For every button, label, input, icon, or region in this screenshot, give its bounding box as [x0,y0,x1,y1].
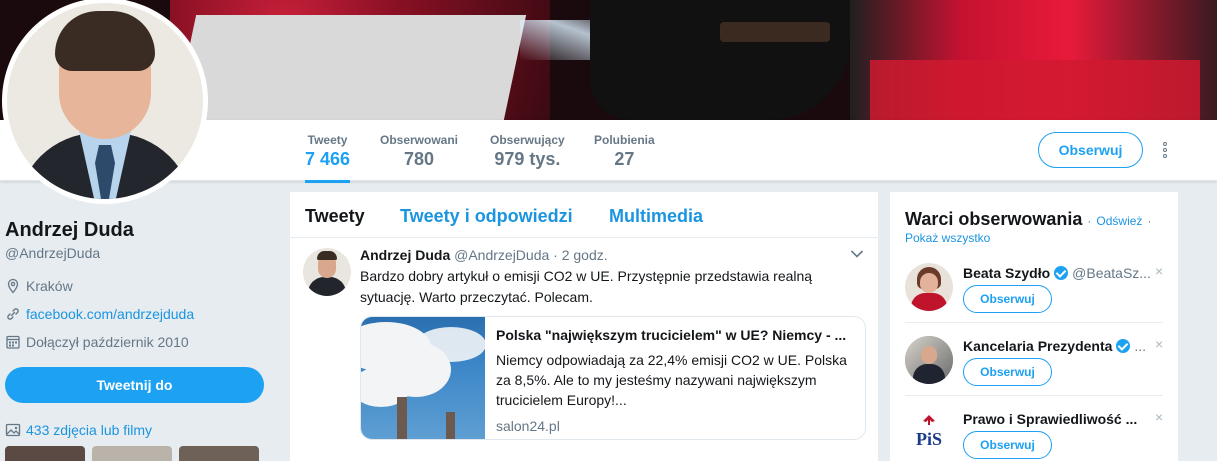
stat-following-label: Obserwowani [380,133,459,147]
card-description: Niemcy odpowiadają za 22,4% emisji CO2 w… [496,352,847,408]
stat-likes-label: Polubienia [594,133,655,147]
stat-following-value: 780 [403,149,435,169]
stat-followers-label: Obserwujący [490,133,565,147]
media-thumbnail[interactable] [5,446,85,461]
photos-videos-link[interactable]: 433 zdjęcia lub filmy [5,422,152,438]
photos-videos-label[interactable]: 433 zdjęcia lub filmy [26,422,152,438]
tweet[interactable]: Andrzej Duda @AndrzejDuda · 2 godz. Bard… [290,239,878,461]
tab-media[interactable]: Multimedia [609,206,703,227]
stat-likes[interactable]: Polubienia 27 [594,133,655,170]
location-pin-icon [7,278,19,294]
suggestion-item: PiS Prawo i Sprawiedliwość ... Obserwuj … [905,409,1163,461]
stat-tweets-label: Tweety [307,133,348,147]
card-body: Polska "największym trucicielem" w UE? N… [496,327,856,434]
verified-badge-icon [1054,266,1069,280]
link-card[interactable]: Polska "największym trucicielem" w UE? N… [360,316,866,440]
verified-badge-icon [1116,339,1131,353]
suggestion-name-row[interactable]: Beata Szydło @BeataSz... [963,265,1151,281]
more-options-icon[interactable] [1158,141,1172,161]
calendar-icon [6,335,20,349]
follow-suggestion-button[interactable]: Obserwuj [963,431,1052,459]
suggestion-avatar[interactable]: PiS [905,409,953,457]
show-all-link[interactable]: Pokaż wszystko [905,231,990,245]
suggestion-handle[interactable]: ... [1134,338,1146,354]
stat-followers[interactable]: Obserwujący 979 tys. [490,133,565,170]
image-icon [5,423,21,437]
profile-joined: Dołączył październik 2010 [5,334,189,350]
separator-dot: · [1087,214,1092,228]
tweet-text: Bardzo dobry artykuł o emisji CO2 w UE. … [360,268,813,305]
profile-handle[interactable]: @AndrzejDuda [5,245,100,261]
stat-tweets-value: 7 466 [305,149,351,169]
dismiss-close-icon[interactable]: × [1155,409,1163,425]
suggestion-name-row[interactable]: Prawo i Sprawiedliwość ... [963,411,1137,427]
follow-suggestion-button[interactable]: Obserwuj [963,358,1052,386]
tweet-avatar[interactable] [303,248,351,296]
profile-location: Kraków [5,278,73,294]
tweet-to-button[interactable]: Tweetnij do [5,367,264,403]
suggestion-avatar[interactable] [905,263,953,311]
tab-tweets-and-replies[interactable]: Tweety i odpowiedzi [400,206,573,227]
website-link[interactable]: facebook.com/andrzejduda [26,306,194,322]
profile-name[interactable]: Andrzej Duda [5,219,134,242]
timeline-tabs: Tweety Tweety i odpowiedzi Multimedia [290,192,878,238]
who-to-follow-title: Warci obserwowania [905,209,1083,229]
stat-followers-value: 979 tys. [494,149,561,169]
refresh-link[interactable]: Odśwież [1096,214,1142,228]
pis-logo-icon: PiS [916,415,942,449]
suggestion-name[interactable]: Beata Szydło [963,265,1050,281]
location-text: Kraków [26,278,73,294]
card-image [361,317,485,439]
suggestion-name-row[interactable]: Kancelaria Prezydenta ... [963,338,1146,354]
timeline: Tweety Tweety i odpowiedzi Multimedia An… [290,192,878,461]
follow-suggestion-button[interactable]: Obserwuj [963,285,1052,313]
profile-website[interactable]: facebook.com/andrzejduda [5,306,194,322]
tweet-header: Andrzej Duda @AndrzejDuda · 2 godz. [360,247,608,263]
profile-avatar[interactable] [2,0,208,204]
link-icon [7,308,19,320]
tweet-timestamp[interactable]: · 2 godz. [553,247,607,263]
tweet-author-handle[interactable]: @AndrzejDuda [454,247,549,263]
suggestion-avatar[interactable] [905,336,953,384]
card-url: salon24.pl [496,418,560,434]
stat-following[interactable]: Obserwowani 780 [380,133,458,170]
media-thumbnail[interactable] [179,446,259,461]
who-to-follow: Warci obserwowania · Odśwież · Pokaż wsz… [890,192,1178,461]
suggestion-name[interactable]: Prawo i Sprawiedliwość ... [963,411,1137,427]
dismiss-close-icon[interactable]: × [1155,336,1163,352]
separator-dot: · [1147,214,1152,228]
follow-button[interactable]: Obserwuj [1038,132,1143,168]
divider [905,322,1163,323]
joined-text: Dołączył październik 2010 [26,334,189,350]
divider [905,395,1163,396]
chevron-down-icon[interactable] [850,249,864,259]
pis-logo-text: PiS [916,429,942,449]
stat-tweets[interactable]: Tweety 7 466 [305,133,351,183]
stat-likes-value: 27 [614,149,635,169]
media-thumbnail[interactable] [92,446,172,461]
suggestion-handle[interactable]: @BeataSz... [1072,265,1151,281]
dismiss-close-icon[interactable]: × [1155,263,1163,279]
card-title: Polska "największym trucicielem" w UE? N… [496,327,847,343]
suggestion-name[interactable]: Kancelaria Prezydenta [963,338,1112,354]
tweet-author-name[interactable]: Andrzej Duda [360,247,450,263]
who-to-follow-header: Warci obserwowania · Odśwież · [905,209,1151,230]
tab-tweets[interactable]: Tweety [305,206,365,227]
